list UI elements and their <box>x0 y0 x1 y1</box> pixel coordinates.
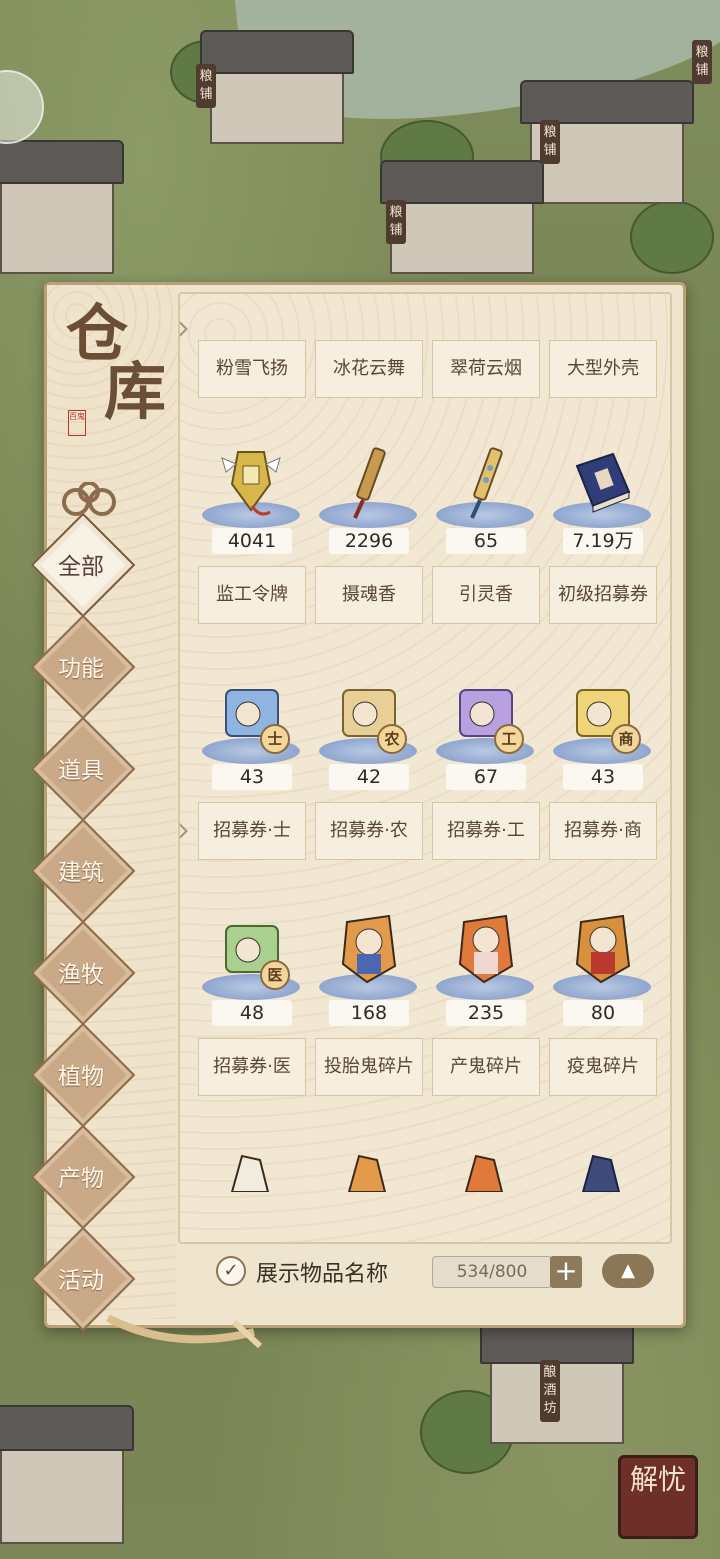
item-count: 2296 <box>329 528 409 554</box>
tab-products[interactable]: 产物 <box>30 1124 136 1230</box>
tab-label: 渔牧 <box>58 962 104 988</box>
item-name: 翠荷云烟 <box>432 340 540 398</box>
tab-plants[interactable]: 植物 <box>30 1022 136 1128</box>
scroll-badge: 士 <box>260 724 290 754</box>
scroll-marker <box>180 319 188 339</box>
tab-label: 建筑 <box>58 860 104 886</box>
item-count: 43 <box>212 764 292 790</box>
tab-label: 植物 <box>58 1064 104 1090</box>
item-count: 42 <box>329 764 409 790</box>
shop-sign: 酿酒坊 <box>540 1360 560 1422</box>
incense-icon <box>470 447 503 519</box>
scroll-badge: 农 <box>377 724 407 754</box>
item-name: 产鬼碎片 <box>432 1038 540 1096</box>
tab-all[interactable]: 全部 <box>30 512 136 618</box>
roof <box>0 140 124 184</box>
item-count: 65 <box>446 528 526 554</box>
item-name: 招募券·士 <box>198 802 306 860</box>
item-name: 投胎鬼碎片 <box>315 1038 423 1096</box>
expand-capacity-button[interactable]: + <box>550 1256 582 1288</box>
item-name: 粉雪飞扬 <box>198 340 306 398</box>
tab-label: 活动 <box>58 1268 104 1294</box>
token-icon <box>221 451 281 516</box>
item-count: 48 <box>212 1000 292 1026</box>
shop-sign: 粮铺 <box>386 200 406 244</box>
ghost-fragment-icon <box>341 914 397 984</box>
tab-label: 道具 <box>58 758 104 784</box>
roof <box>380 160 544 204</box>
tab-function[interactable]: 功能 <box>30 614 136 720</box>
collapse-button[interactable]: ▲ <box>602 1254 654 1288</box>
tab-fishery[interactable]: 渔牧 <box>30 920 136 1026</box>
item-count: 168 <box>329 1000 409 1026</box>
capacity-display: 534/800 <box>432 1256 552 1288</box>
item-count: 80 <box>563 1000 643 1026</box>
item-count: 43 <box>563 764 643 790</box>
tab-label: 全部 <box>58 554 104 580</box>
warehouse-panel: 仓 库 百鬼 全部 功能 道具 建筑 渔牧 植物 产物 活动 粉雪飞扬 冰花云舞… <box>30 282 686 1349</box>
shop-sign: 粮铺 <box>196 64 216 108</box>
roof <box>0 1405 134 1451</box>
item-name: 初级招募券 <box>549 566 657 624</box>
ghost-fragment-icon <box>575 914 631 984</box>
building[interactable] <box>0 170 114 274</box>
ghost-fragment-icon <box>458 914 514 984</box>
scroll-marker <box>180 821 188 841</box>
incense-icon <box>353 447 386 519</box>
item-name: 引灵香 <box>432 566 540 624</box>
item-name: 招募券·商 <box>549 802 657 860</box>
scroll-badge: 医 <box>260 960 290 990</box>
item-name: 疫鬼碎片 <box>549 1038 657 1096</box>
side-expand-button[interactable] <box>0 70 44 144</box>
tab-props[interactable]: 道具 <box>30 716 136 822</box>
corner-seal-button[interactable]: 解忧 <box>618 1455 698 1539</box>
book-icon <box>575 452 631 513</box>
item-grid[interactable]: 粉雪飞扬 冰花云舞 翠荷云烟 大型外壳 4041 监工令牌 2296 摄魂香 6… <box>178 292 672 1244</box>
item-name: 招募券·工 <box>432 802 540 860</box>
item-count: 67 <box>446 764 526 790</box>
ghost-fragment-icon <box>464 1154 504 1192</box>
item-count: 4041 <box>212 528 292 554</box>
ghost-fragment-icon <box>581 1154 621 1192</box>
item-count: 235 <box>446 1000 526 1026</box>
tree <box>630 200 714 274</box>
item-name: 摄魂香 <box>315 566 423 624</box>
show-names-checkbox[interactable]: ✓ <box>216 1256 246 1286</box>
building[interactable] <box>0 1440 124 1544</box>
tab-label: 产物 <box>58 1166 104 1192</box>
show-names-label: 展示物品名称 <box>256 1262 389 1287</box>
tab-building[interactable]: 建筑 <box>30 818 136 924</box>
ghost-fragment-icon <box>230 1154 270 1192</box>
item-name: 大型外壳 <box>549 340 657 398</box>
scroll-badge: 商 <box>611 724 641 754</box>
roof <box>200 30 354 74</box>
scroll-badge: 工 <box>494 724 524 754</box>
bottom-bar: ✓ 展示物品名称 534/800 + ▲ <box>178 1242 668 1312</box>
item-name: 监工令牌 <box>198 566 306 624</box>
shop-sign: 粮铺 <box>540 120 560 164</box>
item-name: 冰花云舞 <box>315 340 423 398</box>
item-name: 招募券·医 <box>198 1038 306 1096</box>
item-count: 7.19万 <box>563 528 643 554</box>
tassel-ornament-icon <box>106 1314 263 1349</box>
tab-label: 功能 <box>58 656 104 682</box>
shop-sign: 粮铺 <box>692 40 712 84</box>
ghost-fragment-icon <box>347 1154 387 1192</box>
item-name: 招募券·农 <box>315 802 423 860</box>
roof <box>520 80 694 124</box>
title-seal: 百鬼 <box>68 410 86 436</box>
